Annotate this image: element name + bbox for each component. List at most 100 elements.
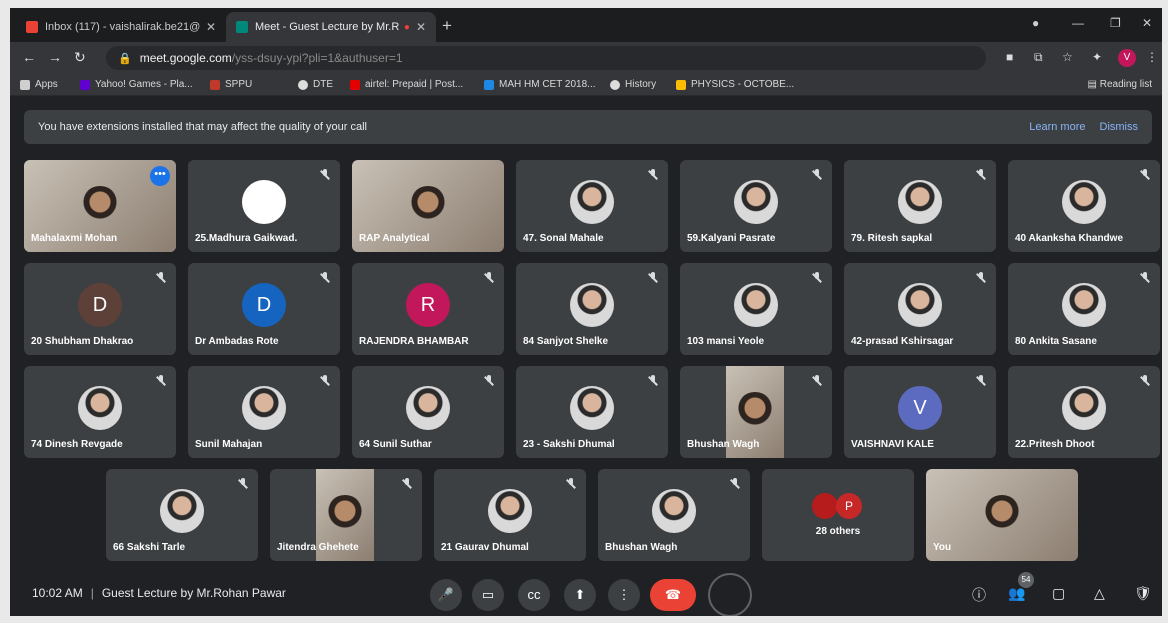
mic-off-icon xyxy=(566,478,576,490)
close-icon[interactable]: ✕ xyxy=(206,20,216,34)
participant-tile[interactable]: 74 Dinesh Revgade xyxy=(24,366,176,458)
participant-tile[interactable]: P 28 others xyxy=(762,469,914,561)
restore-button[interactable]: ❐ xyxy=(1110,16,1121,30)
bookmark-label: SPPU xyxy=(225,79,253,90)
participant-tile[interactable]: RAP Analytical xyxy=(352,160,504,252)
captions-button[interactable]: cc xyxy=(518,579,550,611)
participant-tile[interactable]: D Dr Ambadas Rote xyxy=(188,263,340,355)
participant-tile[interactable]: 66 Sakshi Tarle xyxy=(106,469,258,561)
bookmark-label: MAH HM CET 2018... xyxy=(499,79,596,90)
camera-icon[interactable]: ■ xyxy=(1006,50,1013,64)
bookmark-sppu[interactable]: SPPU xyxy=(210,79,252,90)
dismiss-button[interactable]: Dismiss xyxy=(1100,121,1139,133)
reading-list-icon: ▤ xyxy=(1087,79,1100,90)
leave-call-button[interactable]: ☎ xyxy=(650,579,696,611)
mic-off-icon xyxy=(156,375,166,387)
avatar xyxy=(734,180,778,224)
participant-tile[interactable]: V VAISHNAVI KALE xyxy=(844,366,996,458)
person-silhouette xyxy=(982,495,1022,535)
avatar xyxy=(1062,386,1106,430)
avatar xyxy=(898,180,942,224)
new-tab-button[interactable]: + xyxy=(442,16,452,36)
history-icon xyxy=(610,79,620,90)
chat-icon[interactable]: ▢ xyxy=(1052,585,1065,602)
participant-name: Mahalaxmi Mohan xyxy=(31,233,118,244)
profile-avatar[interactable]: V xyxy=(1118,49,1136,67)
browser-window: Inbox (117) - vaishalirak.be21@ ✕ Meet -… xyxy=(10,8,1162,616)
info-icon[interactable]: ⓘ xyxy=(972,585,986,605)
avatar: R xyxy=(406,283,450,327)
reading-list-button[interactable]: ▤ Reading list xyxy=(1088,79,1153,90)
meeting-info: 10:02 AM | Guest Lecture by Mr.Rohan Pawar xyxy=(32,586,286,600)
tab-inbox[interactable]: Inbox (117) - vaishalirak.be21@ ✕ xyxy=(16,12,226,42)
more-options-icon[interactable]: ••• xyxy=(150,166,170,186)
bookmark-history[interactable]: History xyxy=(610,79,656,90)
participant-tile[interactable]: 47. Sonal Mahale xyxy=(516,160,668,252)
minimize-button[interactable]: — xyxy=(1072,16,1084,30)
participant-name: Dr Ambadas Rote xyxy=(195,336,279,347)
participant-tile[interactable]: 80 Ankita Sasane xyxy=(1008,263,1160,355)
more-options-button[interactable]: ⋮ xyxy=(608,579,640,611)
participant-name: 23 - Sakshi Dhumal xyxy=(523,439,615,450)
participant-tile[interactable]: 23 - Sakshi Dhumal xyxy=(516,366,668,458)
person-silhouette xyxy=(325,495,365,535)
puzzle-icon[interactable]: ✦ xyxy=(1092,50,1102,64)
participant-tile[interactable]: 59.Kalyani Pasrate xyxy=(680,160,832,252)
participant-tile[interactable]: 21 Gaurav Dhumal xyxy=(434,469,586,561)
avatar xyxy=(1062,180,1106,224)
mic-off-icon xyxy=(484,375,494,387)
bookmark-label: PHYSICS - OCTOBE... xyxy=(691,79,795,90)
address-bar[interactable]: 🔒 meet.google.com /yss-dsuy-ypi?pli=1&au… xyxy=(106,46,986,70)
participant-tile[interactable]: 84 Sanjyot Shelke xyxy=(516,263,668,355)
participant-tile[interactable]: 64 Sunil Suthar xyxy=(352,366,504,458)
participant-tile[interactable]: 40 Akanksha Khandwe xyxy=(1008,160,1160,252)
mic-button[interactable]: 🎤 xyxy=(430,579,462,611)
participant-tile[interactable]: D 20 Shubham Dhakrao xyxy=(24,263,176,355)
participant-tile[interactable]: 22.Pritesh Dhoot xyxy=(1008,366,1160,458)
learn-more-link[interactable]: Learn more xyxy=(1029,121,1085,133)
camera-button[interactable]: ▭ xyxy=(472,579,504,611)
participant-name: 84 Sanjyot Shelke xyxy=(523,336,609,347)
url-host: meet.google.com xyxy=(139,51,232,65)
host-controls-icon[interactable]: 🛡 xyxy=(1134,585,1152,602)
meeting-time: 10:02 AM xyxy=(32,586,83,600)
participant-name: 59.Kalyani Pasrate xyxy=(687,233,776,244)
activities-icon[interactable]: △ xyxy=(1094,585,1105,602)
tab-meet[interactable]: Meet - Guest Lecture by Mr.R ● ✕ xyxy=(226,12,436,42)
reload-icon[interactable]: ↻ xyxy=(74,49,86,66)
bookmark-label: Apps xyxy=(35,79,58,90)
participant-tile[interactable]: You xyxy=(926,469,1078,561)
bookmark-apps[interactable]: Apps xyxy=(20,79,58,90)
participant-tile[interactable]: R RAJENDRA BHAMBAR xyxy=(352,263,504,355)
extension-icon[interactable]: ⧉ xyxy=(1034,50,1043,65)
back-icon[interactable]: ← xyxy=(22,49,36,65)
bookmark-dte[interactable]: DTE xyxy=(298,79,333,90)
bookmark-mah[interactable]: MAH HM CET 2018... xyxy=(484,79,596,90)
close-window-button[interactable]: ✕ xyxy=(1142,16,1152,30)
participant-tile[interactable]: 25.Madhura Gaikwad. xyxy=(188,160,340,252)
yahoo-icon xyxy=(80,79,90,90)
participant-tile[interactable]: 103 mansi Yeole xyxy=(680,263,832,355)
bookmark-physics[interactable]: PHYSICS - OCTOBE... xyxy=(676,79,794,90)
star-icon[interactable]: ☆ xyxy=(1062,50,1073,64)
bookmark-airtel[interactable]: airtel: Prepaid | Post... xyxy=(350,79,463,90)
sppu-icon xyxy=(210,79,220,90)
menu-icon[interactable]: ⋮ xyxy=(1146,50,1158,64)
close-icon[interactable]: ✕ xyxy=(416,20,426,34)
mic-off-icon xyxy=(730,478,740,490)
participant-name: 20 Shubham Dhakrao xyxy=(31,336,134,347)
present-button[interactable]: ⬆ xyxy=(564,579,596,611)
forward-icon[interactable]: → xyxy=(48,49,62,65)
mic-off-icon xyxy=(320,169,330,181)
bookmark-yahoo[interactable]: Yahoo! Games - Pla... xyxy=(80,79,193,90)
participant-tile[interactable]: Mahalaxmi Mohan ••• xyxy=(24,160,176,252)
avatar: P xyxy=(836,493,862,519)
participant-tile[interactable]: Sunil Mahajan xyxy=(188,366,340,458)
participant-tile[interactable]: 79. Ritesh sapkal xyxy=(844,160,996,252)
participant-tile[interactable]: Bhushan Wagh xyxy=(598,469,750,561)
participant-tile[interactable]: Bhushan Wagh xyxy=(680,366,832,458)
avatar xyxy=(570,180,614,224)
participant-tile[interactable]: 42-prasad Kshirsagar xyxy=(844,263,996,355)
participant-tile[interactable]: Jitendra Ghehete xyxy=(270,469,422,561)
participant-name: 21 Gaurav Dhumal xyxy=(441,542,529,553)
